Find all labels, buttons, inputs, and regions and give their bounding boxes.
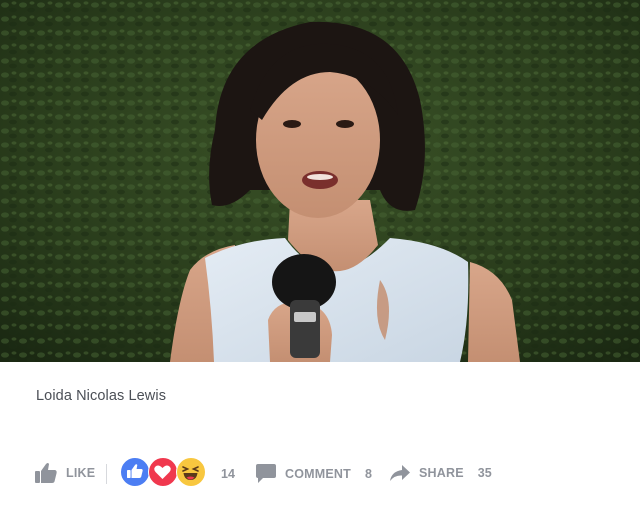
thumbs-up-icon bbox=[34, 462, 58, 484]
post-caption: Loida Nicolas Lewis bbox=[36, 388, 167, 404]
like-button[interactable]: LIKE bbox=[34, 462, 95, 484]
comment-button[interactable]: COMMENT 8 bbox=[255, 463, 372, 485]
share-count: 35 bbox=[477, 466, 492, 480]
post-action-bar: LIKE 14 COMMENT 8 SHARE 35 bbox=[0, 452, 640, 494]
reactions-count[interactable]: 14 bbox=[221, 467, 235, 481]
post-photo[interactable] bbox=[0, 0, 640, 362]
comment-label: COMMENT bbox=[285, 467, 351, 481]
share-label: SHARE bbox=[419, 466, 464, 480]
post-photo-image bbox=[0, 0, 640, 362]
like-label: LIKE bbox=[66, 466, 96, 480]
comment-icon bbox=[255, 463, 277, 485]
reactions-summary[interactable] bbox=[120, 457, 210, 489]
action-divider bbox=[106, 464, 107, 484]
comment-count: 8 bbox=[364, 467, 372, 481]
share-button[interactable]: SHARE 35 bbox=[389, 462, 492, 484]
love-icon bbox=[148, 457, 178, 487]
like-icon bbox=[120, 457, 150, 487]
haha-icon bbox=[176, 457, 206, 487]
share-arrow-icon bbox=[389, 462, 411, 484]
